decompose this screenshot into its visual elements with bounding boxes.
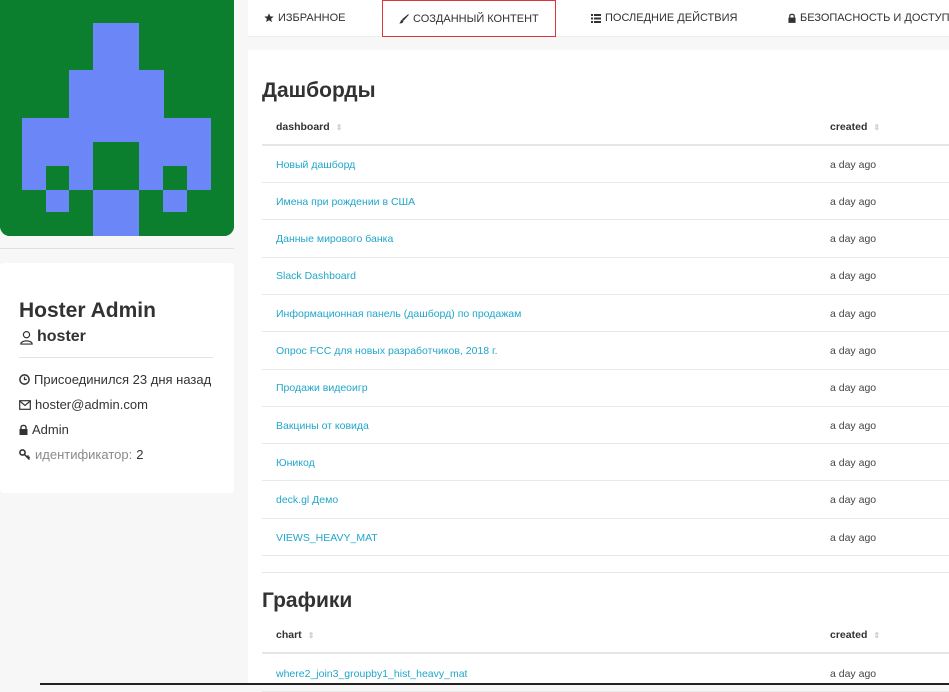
dashboard-link[interactable]: Опрос FCC для новых разработчиков, 2018 … — [276, 333, 498, 370]
table-row: Вакцины от ковида a day ago — [262, 407, 949, 445]
id-label: идентификатор: — [35, 447, 133, 462]
dashboard-link[interactable]: Данные мирового банка — [276, 221, 393, 258]
column-header-created[interactable]: created ⇕ — [830, 618, 880, 652]
joined-row: Присоединился 23 дня назад — [19, 372, 211, 387]
id-row: идентификатор: 2 — [19, 447, 143, 462]
dashboard-link[interactable]: deck.gl Демо — [276, 482, 338, 519]
created-time: a day ago — [830, 233, 877, 246]
table-row: deck.gl Демо a day ago — [262, 482, 949, 519]
sort-icon: ⇕ — [335, 122, 343, 132]
role-row: Admin — [19, 422, 69, 437]
avatar-divider — [0, 248, 234, 249]
user-login: hoster — [19, 328, 86, 346]
user-full-name: Hoster Admin — [19, 299, 156, 322]
created-time: a day ago — [830, 456, 877, 469]
tab-favorites-label: ИЗБРАННОЕ — [278, 12, 346, 24]
created-time: a day ago — [830, 494, 877, 507]
created-time: a day ago — [830, 345, 877, 357]
joined-text: Присоединился 23 дня назад — [34, 372, 212, 387]
dashboard-link[interactable]: Юникод — [276, 444, 315, 481]
created-time: a day ago — [830, 531, 877, 544]
dashboard-link[interactable]: Slack Dashboard — [276, 258, 356, 295]
dashboard-link[interactable]: Новый дашборд — [276, 146, 355, 183]
column-header-chart-label: chart — [276, 629, 302, 641]
dashboards-title: Дашборды — [262, 79, 376, 102]
table-row: Юникод a day ago — [262, 444, 949, 482]
email-text: hoster@admin.com — [35, 397, 148, 412]
identicon-image — [0, 0, 234, 236]
table-row: Опрос FCC для новых разработчиков, 2018 … — [262, 333, 949, 370]
table-row: VIEWS_HEAVY_MAT a day ago — [262, 519, 949, 556]
column-header-created[interactable]: created ⇕ — [830, 110, 880, 144]
created-time: a day ago — [830, 667, 877, 680]
tab-security-access[interactable]: БЕЗОПАСНОСТЬ И ДОСТУП — [788, 0, 949, 36]
role-text: Admin — [32, 422, 69, 437]
lock-icon — [788, 13, 796, 23]
dashboard-link[interactable]: Вакцины от ковида — [276, 407, 369, 444]
lock-icon — [19, 424, 28, 435]
sort-icon: ⇕ — [873, 122, 881, 132]
sort-icon: ⇕ — [873, 630, 881, 640]
table-row: Информационная панель (дашборд) по прода… — [262, 295, 949, 333]
created-time: a day ago — [830, 419, 877, 432]
created-time: a day ago — [830, 307, 877, 320]
dashboard-link[interactable]: Продажи видеоигр — [276, 370, 368, 407]
id-value: 2 — [136, 447, 144, 462]
sort-icon: ⇕ — [307, 630, 315, 640]
dashboard-link[interactable]: Информационная панель (дашборд) по прода… — [276, 295, 521, 332]
avatar — [0, 0, 234, 236]
dashboard-link[interactable]: Имена при рождении в США — [276, 183, 415, 220]
column-header-chart[interactable]: chart ⇕ — [276, 618, 314, 652]
clock-icon — [19, 374, 30, 385]
tab-created-content[interactable]: СОЗДАННЫЙ КОНТЕНТ — [382, 0, 556, 37]
column-header-created-label: created — [830, 121, 868, 133]
table-row: where2_join3_groupby1_hist_heavy_mat a da… — [262, 655, 949, 692]
user-info-separator — [19, 357, 213, 358]
key-icon — [19, 449, 31, 460]
email-row: hoster@admin.com — [19, 397, 148, 412]
created-time: a day ago — [830, 195, 877, 208]
table-row: Новый дашборд a day ago — [262, 146, 949, 183]
table-row: Продажи видеоигр a day ago — [262, 370, 949, 407]
created-time: a day ago — [830, 382, 877, 395]
dashboard-link[interactable]: VIEWS_HEAVY_MAT — [276, 519, 378, 556]
chart-link[interactable]: where2_join3_groupby1_hist_heavy_mat — [276, 655, 467, 692]
charts-table-header: chart ⇕ created ⇕ — [262, 618, 949, 654]
dashboards-table-header: dashboard ⇕ created ⇕ — [262, 110, 949, 146]
list-icon — [591, 13, 601, 23]
tab-recent-activity-label: ПОСЛЕДНИЕ ДЕЙСТВИЯ — [605, 12, 738, 24]
star-icon — [264, 13, 274, 23]
column-header-dashboard-label: dashboard — [276, 121, 330, 133]
charts-title: Графики — [262, 589, 353, 612]
user-icon — [20, 330, 33, 345]
column-header-created-label: created — [830, 629, 868, 641]
tab-favorites[interactable]: ИЗБРАННОЕ — [264, 0, 346, 36]
brush-icon — [399, 13, 409, 24]
section-separator — [262, 572, 949, 573]
user-login-text: hoster — [37, 328, 86, 345]
tab-recent-activity[interactable]: ПОСЛЕДНИЕ ДЕЙСТВИЯ — [591, 0, 737, 36]
table-row: Имена при рождении в США a day ago — [262, 183, 949, 221]
table-row: Данные мирового банка a day ago — [262, 221, 949, 258]
envelope-icon — [19, 399, 31, 410]
tab-security-access-label: БЕЗОПАСНОСТЬ И ДОСТУП — [800, 12, 949, 24]
table-row: Slack Dashboard a day ago — [262, 258, 949, 295]
created-time: a day ago — [830, 270, 877, 283]
column-header-dashboard[interactable]: dashboard ⇕ — [276, 110, 342, 144]
profile-sidebar: Hoster Admin hoster Присоединился 23 дня… — [0, 0, 234, 685]
tab-created-content-label: СОЗДАННЫЙ КОНТЕНТ — [413, 12, 539, 25]
created-time: a day ago — [830, 158, 877, 171]
